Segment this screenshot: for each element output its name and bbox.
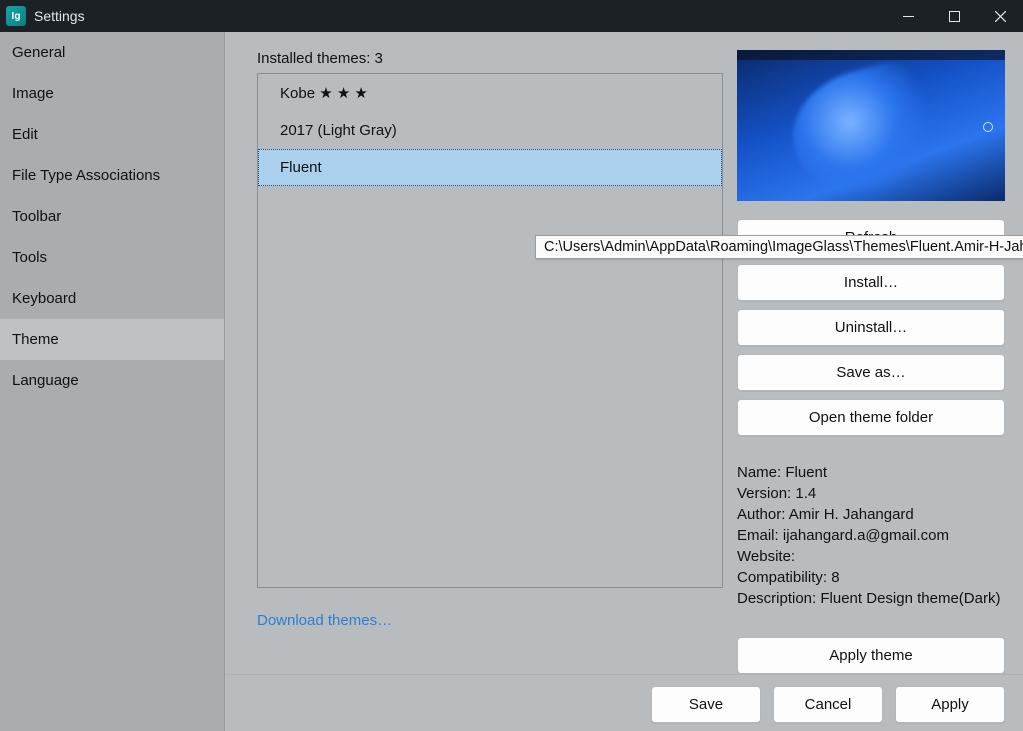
- detail-description: Description: Fluent Design theme(Dark): [737, 588, 1005, 609]
- sidebar-item-edit[interactable]: Edit: [0, 114, 224, 155]
- detail-name: Name: Fluent: [737, 462, 1005, 483]
- app-icon-text: Ig: [12, 11, 21, 22]
- theme-list[interactable]: Kobe ★ ★ ★ 2017 (Light Gray) Fluent: [257, 73, 723, 588]
- open-theme-folder-button[interactable]: Open theme folder: [737, 399, 1005, 436]
- detail-website: Website:: [737, 546, 1005, 567]
- sidebar-item-general[interactable]: General: [0, 32, 224, 73]
- minimize-icon: [903, 11, 914, 22]
- minimize-button[interactable]: [885, 0, 931, 32]
- sidebar-item-language[interactable]: Language: [0, 360, 224, 401]
- detail-author: Author: Amir H. Jahangard: [737, 504, 1005, 525]
- theme-right-column: Refresh Install… Uninstall… Save as… Ope…: [737, 50, 1005, 674]
- sidebar-item-file-type-associations[interactable]: File Type Associations: [0, 155, 224, 196]
- window-title: Settings: [34, 8, 85, 24]
- theme-path-tooltip: C:\Users\Admin\AppData\Roaming\ImageGlas…: [535, 235, 1023, 259]
- maximize-button[interactable]: [931, 0, 977, 32]
- theme-item-2017[interactable]: 2017 (Light Gray): [258, 112, 722, 149]
- close-button[interactable]: [977, 0, 1023, 32]
- apply-theme-button[interactable]: Apply theme: [737, 637, 1005, 674]
- settings-window: Ig Settings General Image Edit File Type…: [0, 0, 1023, 731]
- titlebar: Ig Settings: [0, 0, 1023, 32]
- download-themes-link[interactable]: Download themes…: [257, 612, 723, 629]
- theme-left-column: Installed themes: 3 Kobe ★ ★ ★ 2017 (Lig…: [257, 50, 723, 674]
- uninstall-button[interactable]: Uninstall…: [737, 309, 1005, 346]
- sidebar-item-keyboard[interactable]: Keyboard: [0, 278, 224, 319]
- save-button[interactable]: Save: [651, 686, 761, 723]
- detail-version: Version: 1.4: [737, 483, 1005, 504]
- detail-compat: Compatibility: 8: [737, 567, 1005, 588]
- installed-themes-label: Installed themes: 3: [257, 50, 723, 67]
- main-panel: Installed themes: 3 Kobe ★ ★ ★ 2017 (Lig…: [225, 32, 1023, 731]
- sidebar-item-theme[interactable]: Theme: [0, 319, 224, 360]
- app-icon: Ig: [6, 6, 26, 26]
- theme-item-kobe[interactable]: Kobe ★ ★ ★: [258, 74, 722, 112]
- body: General Image Edit File Type Association…: [0, 32, 1023, 731]
- sidebar-item-tools[interactable]: Tools: [0, 237, 224, 278]
- apply-button[interactable]: Apply: [895, 686, 1005, 723]
- sidebar: General Image Edit File Type Association…: [0, 32, 225, 731]
- cancel-button[interactable]: Cancel: [773, 686, 883, 723]
- install-button[interactable]: Install…: [737, 264, 1005, 301]
- footer: Save Cancel Apply: [225, 674, 1023, 731]
- theme-content: Installed themes: 3 Kobe ★ ★ ★ 2017 (Lig…: [225, 32, 1023, 674]
- theme-preview-image: [737, 50, 1005, 201]
- theme-item-fluent[interactable]: Fluent: [258, 149, 722, 186]
- detail-email: Email: ijahangard.a@gmail.com: [737, 525, 1005, 546]
- save-as-button[interactable]: Save as…: [737, 354, 1005, 391]
- maximize-icon: [949, 11, 960, 22]
- sidebar-item-image[interactable]: Image: [0, 73, 224, 114]
- sidebar-item-toolbar[interactable]: Toolbar: [0, 196, 224, 237]
- apply-theme-wrap: Apply theme: [737, 637, 1005, 674]
- close-icon: [995, 11, 1006, 22]
- theme-details: Name: Fluent Version: 1.4 Author: Amir H…: [737, 462, 1005, 609]
